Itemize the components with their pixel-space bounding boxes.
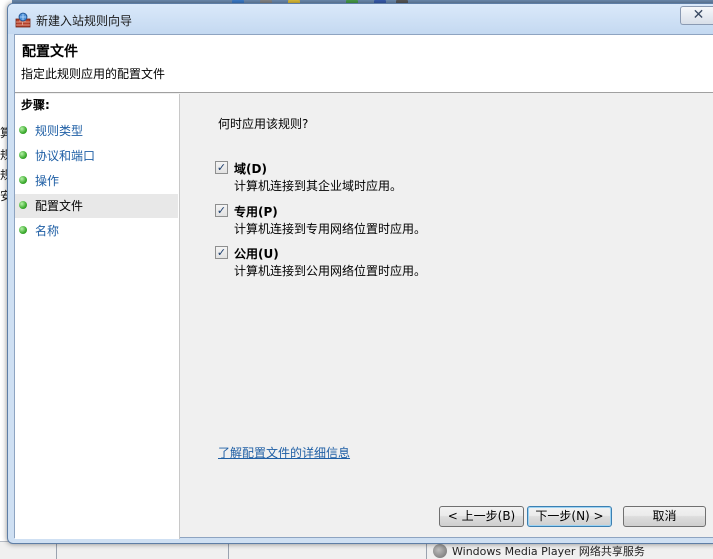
step-action[interactable]: 操作	[15, 169, 178, 193]
cancel-button[interactable]: 取消	[623, 506, 706, 527]
step-label[interactable]: 协议和端口	[35, 147, 95, 164]
private-label[interactable]: 专用(P)	[234, 203, 278, 220]
wizard-header: 配置文件 指定此规则应用的配置文件	[15, 35, 713, 93]
wizard-client-area: 配置文件 指定此规则应用的配置文件 步骤: 规则类型 协议和端口 操作 配置文件	[14, 34, 713, 539]
background-divider	[426, 542, 427, 559]
step-complete-icon	[19, 151, 27, 159]
domain-label[interactable]: 域(D)	[234, 160, 267, 177]
close-icon: ✕	[692, 7, 705, 23]
step-complete-icon	[19, 176, 27, 184]
step-label[interactable]: 规则类型	[35, 122, 83, 139]
step-protocol-ports[interactable]: 协议和端口	[15, 144, 178, 168]
public-description: 计算机连接到公用网络位置时应用。	[234, 264, 427, 278]
page-title: 配置文件	[22, 44, 78, 60]
step-current-icon	[19, 201, 27, 209]
domain-description: 计算机连接到其企业域时应用。	[234, 179, 403, 193]
step-rule-type[interactable]: 规则类型	[15, 119, 178, 143]
step-complete-icon	[19, 126, 27, 134]
step-label[interactable]: 操作	[35, 172, 59, 189]
back-button[interactable]: < 上一步(B)	[439, 506, 524, 527]
step-label: 配置文件	[35, 199, 84, 213]
next-button[interactable]: 下一步(N) >	[527, 506, 612, 527]
option-public[interactable]: ✓ 公用(U) 计算机连接到公用网络位置时应用。	[215, 245, 515, 281]
private-checkbox[interactable]: ✓	[215, 204, 228, 217]
learn-more-link[interactable]: 了解配置文件的详细信息	[218, 444, 350, 461]
public-label[interactable]: 公用(U)	[234, 245, 279, 262]
firewall-icon	[15, 12, 31, 28]
title-bar[interactable]: 新建入站规则向导 ✕	[8, 4, 713, 34]
profile-question: 何时应用该规则?	[218, 117, 309, 131]
close-button[interactable]: ✕	[680, 6, 713, 25]
domain-checkbox[interactable]: ✓	[215, 161, 228, 174]
public-checkbox[interactable]: ✓	[215, 246, 228, 259]
step-profile: 配置文件	[15, 194, 178, 218]
page-subtitle: 指定此规则应用的配置文件	[21, 67, 166, 81]
background-divider	[228, 542, 229, 559]
option-domain[interactable]: ✓ 域(D) 计算机连接到其企业域时应用。	[215, 160, 515, 196]
wizard-window: 新建入站规则向导 ✕ 配置文件 指定此规则应用的配置文件 步骤: 规则类型 协议…	[7, 3, 713, 544]
wizard-content: 何时应用该规则? ✓ 域(D) 计算机连接到其企业域时应用。 ✓ 专用(P) 计…	[181, 94, 713, 539]
window-title: 新建入站规则向导	[36, 14, 133, 28]
background-divider	[56, 542, 57, 559]
private-description: 计算机连接到专用网络位置时应用。	[234, 222, 427, 236]
option-private[interactable]: ✓ 专用(P) 计算机连接到专用网络位置时应用。	[215, 203, 515, 239]
step-name[interactable]: 名称	[15, 219, 178, 243]
steps-heading: 步骤:	[21, 98, 50, 112]
step-label[interactable]: 名称	[35, 222, 59, 239]
service-icon	[433, 544, 447, 558]
background-service-text: Windows Media Player 网络共享服务	[452, 545, 645, 558]
step-pending-icon	[19, 226, 27, 234]
steps-panel: 步骤: 规则类型 协议和端口 操作 配置文件 名称	[15, 94, 180, 539]
